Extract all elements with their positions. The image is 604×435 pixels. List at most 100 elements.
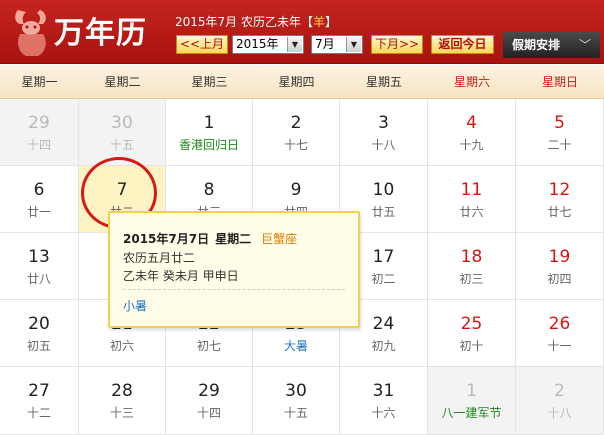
holiday-schedule-button[interactable]: 假期安排 ﹀ <box>503 32 600 58</box>
lunar-date: 十五 <box>283 406 308 420</box>
popup-solar-term-link[interactable]: 小暑 <box>123 297 147 314</box>
popup-constellation-link[interactable]: 巨蟹座 <box>261 232 297 246</box>
calendar-day-cell[interactable]: 1 香港回归日 <box>166 99 253 166</box>
info-text: 2015年7月 农历乙未年【 <box>175 15 313 29</box>
lunar-date: 初四 <box>547 272 572 286</box>
dropdown-arrow-icon: ▼ <box>346 37 361 52</box>
lunar-date: 二十 <box>547 138 572 152</box>
day-number: 27 <box>28 381 50 401</box>
calendar-day-cell[interactable]: 28 十三 <box>79 367 166 435</box>
popup-date: 2015年7月7日 <box>123 232 210 246</box>
lunar-date: 十二 <box>26 406 51 420</box>
weekday-label: 星期日 <box>541 75 578 89</box>
calendar-day-cell[interactable]: 18 初三 <box>428 233 516 300</box>
popup-date-line: 2015年7月7日 星期二 巨蟹座 <box>123 230 297 247</box>
calendar-day-cell[interactable]: 3 十八 <box>340 99 428 166</box>
month-value: 7月 <box>315 37 335 51</box>
calendar-day-cell[interactable]: 26 十一 <box>516 300 604 367</box>
lunar-date: 初六 <box>109 339 134 353</box>
day-number: 9 <box>290 180 302 200</box>
lunar-date: 十八 <box>371 138 396 152</box>
day-number: 12 <box>548 180 571 200</box>
calendar-day-cell[interactable]: 27 十二 <box>0 367 79 435</box>
calendar-day-cell[interactable]: 31 十六 <box>340 367 428 435</box>
day-number: 5 <box>554 113 565 133</box>
calendar-day-cell[interactable]: 30 十五 <box>253 367 340 435</box>
day-number: 20 <box>28 314 50 334</box>
lunar-date: 廿七 <box>547 205 572 219</box>
lunar-date: 十九 <box>459 138 484 152</box>
weekday-label: 星期五 <box>365 75 402 89</box>
calendar-day-cell[interactable]: 11 廿六 <box>428 166 516 233</box>
calendar-day-cell[interactable]: 13 廿八 <box>0 233 79 300</box>
calendar-day-cell[interactable]: 2 十八 <box>516 367 604 435</box>
day-number: 29 <box>198 381 220 401</box>
lunar-date: 廿八 <box>26 272 51 286</box>
weekday-label: 星期六 <box>453 75 490 89</box>
calendar-day-cell[interactable]: 2 十七 <box>253 99 340 166</box>
year-select[interactable]: 2015年 ▼ <box>232 35 304 54</box>
calendar-day-cell[interactable]: 30 十五 <box>79 99 166 166</box>
back-to-today-button[interactable]: 返回今日 <box>431 35 494 54</box>
day-number: 18 <box>460 247 483 267</box>
day-number: 30 <box>285 381 307 401</box>
calendar-day-cell[interactable]: 5 二十 <box>516 99 604 166</box>
popup-divider <box>123 289 345 290</box>
prev-month-button[interactable]: <<上月 <box>176 35 228 54</box>
day-number: 8 <box>203 180 215 200</box>
year-value: 2015年 <box>236 37 279 51</box>
calendar-day-cell[interactable]: 1 八一建军节 <box>428 367 516 435</box>
lunar-date: 十三 <box>109 406 134 420</box>
lunar-date: 大暑 <box>283 339 308 353</box>
day-number: 26 <box>548 314 571 334</box>
lunar-date: 初十 <box>459 339 484 353</box>
next-month-button[interactable]: 下月>> <box>371 35 423 54</box>
calendar-day-cell[interactable]: 25 初十 <box>428 300 516 367</box>
weekday-label: 星期二 <box>104 75 141 89</box>
lunar-date: 十六 <box>371 406 396 420</box>
lunar-date: 八一建军节 <box>441 406 502 420</box>
lunar-date: 十四 <box>26 138 51 152</box>
calendar-day-cell[interactable]: 6 廿一 <box>0 166 79 233</box>
calendar-day-cell[interactable]: 29 十四 <box>166 367 253 435</box>
lunar-date: 十八 <box>547 406 572 420</box>
info-end: 】 <box>325 15 338 29</box>
chevron-down-icon: ﹀ <box>578 38 591 52</box>
lunar-date: 初五 <box>26 339 51 353</box>
day-number: 1 <box>466 381 477 401</box>
day-number: 6 <box>33 180 45 200</box>
month-select[interactable]: 7月 ▼ <box>311 35 363 54</box>
day-detail-popup: 2015年7月7日 星期二 巨蟹座 农历五月廿二 乙未年 癸未月 甲申日 小暑 <box>108 211 360 328</box>
lunar-date: 初九 <box>371 339 396 353</box>
lunar-date: 初七 <box>196 339 221 353</box>
day-number: 2 <box>554 381 565 401</box>
calendar-header: 万年历 2015年7月 农历乙未年【羊】 <<上月 2015年 ▼ 7月 ▼ 下月>… <box>0 0 604 64</box>
lunar-date: 十一 <box>547 339 572 353</box>
current-month-info: 2015年7月 农历乙未年【羊】 <box>175 13 337 30</box>
lunar-date: 十七 <box>283 138 308 152</box>
calendar-day-cell[interactable]: 19 初四 <box>516 233 604 300</box>
weekday-label: 星期三 <box>191 75 228 89</box>
day-number: 10 <box>372 180 395 200</box>
weekday-label: 星期四 <box>278 75 315 89</box>
dropdown-arrow-icon: ▼ <box>287 37 302 52</box>
day-number: 13 <box>28 247 50 267</box>
calendar-day-cell[interactable]: 12 廿七 <box>516 166 604 233</box>
day-number: 2 <box>290 113 302 133</box>
zodiac-label: 羊 <box>313 15 326 29</box>
day-number: 28 <box>111 381 133 401</box>
weekday-label: 星期一 <box>21 75 58 89</box>
weekday-header: 星期一 星期二 星期三 星期四 星期五 星期六 星期日 <box>0 65 604 99</box>
lunar-date: 十五 <box>109 138 134 152</box>
day-number: 29 <box>28 113 50 133</box>
calendar-day-cell[interactable]: 4 十九 <box>428 99 516 166</box>
day-number: 30 <box>111 113 133 133</box>
lunar-date: 初三 <box>459 272 484 286</box>
holiday-label: 假期安排 <box>512 38 561 52</box>
day-number: 25 <box>460 314 483 334</box>
lunar-date: 香港回归日 <box>178 138 239 152</box>
calendar-day-cell[interactable]: 29 十四 <box>0 99 79 166</box>
calendar-day-cell[interactable]: 20 初五 <box>0 300 79 367</box>
day-number: 31 <box>372 381 395 401</box>
day-number: 11 <box>460 180 483 200</box>
